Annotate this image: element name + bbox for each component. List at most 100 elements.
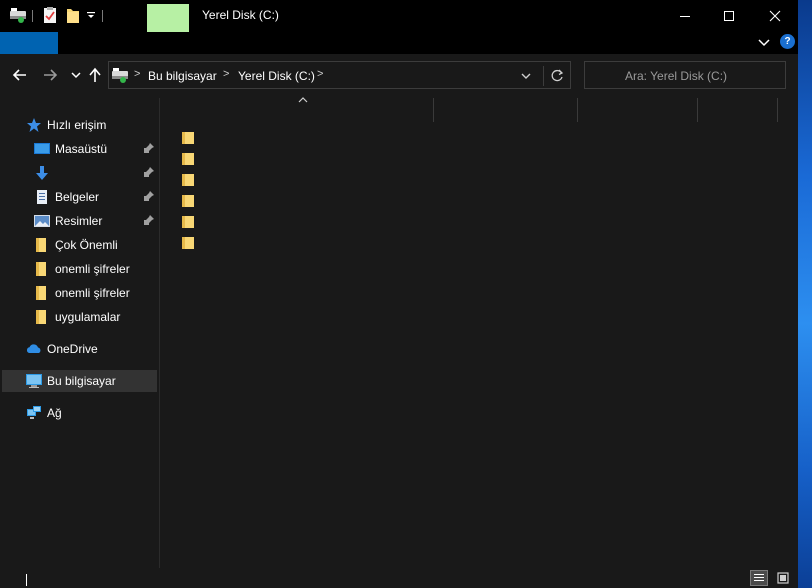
ribbon-bar: ? [0,32,798,54]
title-accent-block [147,4,189,32]
nav-item-quick-access[interactable]: Hızlı erişim [2,114,157,136]
nav-item-network[interactable]: Ağ [2,402,157,424]
title-bar[interactable]: Yerel Disk (C:) [0,0,798,32]
arrow-right-icon [44,69,58,81]
folder-icon [36,310,46,324]
nav-item-desktop[interactable]: Masaüstü [2,138,157,160]
navigation-bar: > Bu bilgisayar > Yerel Disk (C:) > [0,54,798,98]
nav-item-onedrive[interactable]: OneDrive [2,338,157,360]
details-view-button[interactable] [750,570,768,586]
pictures-icon [34,215,50,227]
column-divider[interactable] [777,98,778,122]
details-view-icon [754,574,764,581]
minimize-button[interactable] [662,0,708,32]
drive-icon [112,68,128,83]
breadcrumb-separator[interactable]: > [223,68,229,80]
network-icon [27,406,41,419]
breadcrumb-this-pc[interactable]: Bu bilgisayar [148,69,217,83]
folder-icon[interactable] [181,236,195,250]
customize-toolbar-icon[interactable] [86,6,96,24]
pin-icon[interactable] [143,190,155,202]
drive-icon[interactable] [9,6,27,24]
nav-item-label: Ağ [47,406,62,420]
nav-item-pictures[interactable]: Resimler [2,210,157,232]
breadcrumb-separator[interactable]: > [134,68,140,80]
nav-item-uygulamalar[interactable]: uygulamalar [2,306,157,328]
folder-icon [36,262,46,276]
toolbar-separator [102,10,103,22]
expand-ribbon-icon[interactable] [757,35,771,49]
back-button[interactable] [11,66,29,84]
arrow-left-icon [12,69,26,81]
address-divider [543,66,544,86]
search-input[interactable] [625,68,775,84]
navigation-pane: Hızlı erişim Masaüstü Belgeler Resimler … [0,98,160,568]
address-bar[interactable]: > Bu bilgisayar > Yerel Disk (C:) > [108,61,571,89]
arrow-up-icon [89,67,101,82]
window-title: Yerel Disk (C:) [202,8,279,22]
nav-item-onemli-sifreler-2[interactable]: onemli şifreler [2,282,157,304]
status-cursor [26,574,27,586]
column-divider[interactable] [697,98,698,122]
nav-item-label: Çok Önemli [55,238,118,252]
folder-icon[interactable] [181,173,195,187]
breadcrumb-local-disk[interactable]: Yerel Disk (C:) [238,69,315,83]
nav-item-label: Masaüstü [55,142,108,156]
folder-icon [36,286,46,300]
nav-item-label: onemli şifreler [55,286,130,300]
large-icons-view-icon [777,572,789,584]
nav-item-label: Belgeler [55,190,100,204]
this-pc-icon [26,374,42,388]
nav-item-cok-onemli[interactable]: Çok Önemli [2,234,157,256]
pin-icon[interactable] [143,166,155,178]
refresh-icon[interactable] [549,68,565,84]
folder-icon[interactable] [181,152,195,166]
documents-icon [37,190,47,204]
nav-item-label: OneDrive [47,342,98,356]
nav-item-onemli-sifreler[interactable]: onemli şifreler [2,258,157,280]
maximize-button[interactable] [706,0,752,32]
nav-item-downloads[interactable] [2,162,157,184]
status-bar [0,568,798,588]
nav-item-label: onemli şifreler [55,262,130,276]
column-divider[interactable] [577,98,578,122]
nav-item-label: Hızlı erişim [47,118,107,132]
downloads-icon [36,166,48,180]
close-button[interactable] [752,0,798,32]
desktop-icon [34,143,50,154]
recent-locations-button[interactable] [67,66,85,84]
large-icons-view-button[interactable] [774,570,792,586]
minimize-icon [680,16,690,17]
sort-ascending-icon[interactable] [297,96,309,104]
nav-item-this-pc[interactable]: Bu bilgisayar [2,370,157,392]
close-icon [769,10,781,22]
folder-icon[interactable] [181,215,195,229]
search-box[interactable] [584,61,786,89]
onedrive-icon [26,344,41,353]
chevron-down-icon [71,72,81,79]
nav-item-documents[interactable]: Belgeler [2,186,157,208]
column-divider[interactable] [433,98,434,122]
nav-item-label: Resimler [55,214,103,228]
star-icon [27,118,41,132]
chevron-down-icon[interactable] [519,69,533,83]
new-folder-icon[interactable] [66,6,80,24]
help-icon[interactable]: ? [780,34,795,49]
toolbar-separator [32,10,33,22]
maximize-icon [724,11,734,21]
folder-icon[interactable] [181,131,195,145]
folder-icon [36,238,46,252]
nav-item-label: uygulamalar [55,310,121,324]
file-list[interactable] [161,96,798,568]
file-tab[interactable] [0,32,58,54]
file-explorer-window: Yerel Disk (C:) ? > Bu bilgisayar > Yere… [0,0,798,588]
up-button[interactable] [86,66,104,84]
desktop-background [798,0,812,588]
forward-button[interactable] [41,66,59,84]
nav-item-label: Bu bilgisayar [47,374,116,388]
breadcrumb-separator[interactable]: > [317,68,323,80]
pin-icon[interactable] [143,142,155,154]
properties-icon[interactable] [43,6,57,24]
pin-icon[interactable] [143,214,155,226]
folder-icon[interactable] [181,194,195,208]
